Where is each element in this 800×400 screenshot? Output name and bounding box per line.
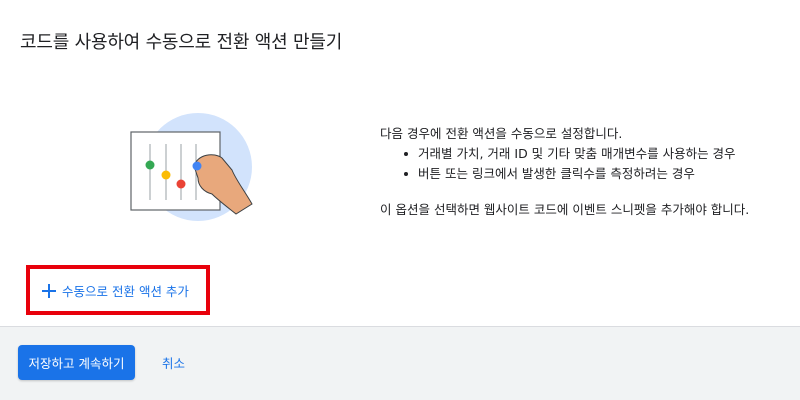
save-and-continue-button[interactable]: 저장하고 계속하기: [18, 345, 135, 380]
manual-settings-illustration: [130, 113, 253, 221]
info-intro: 다음 경우에 전환 액션을 수동으로 설정합니다.: [380, 126, 623, 141]
info-bullet-list: 거래별 가치, 거래 ID 및 기타 맞춤 매개변수를 사용하는 경우 버튼 또…: [402, 144, 760, 184]
plus-icon: [42, 283, 56, 298]
add-manual-conversion-button[interactable]: 수동으로 전환 액션 추가: [40, 281, 189, 300]
slider-knob-red: [176, 179, 186, 189]
info-panel: 다음 경우에 전환 액션을 수동으로 설정합니다. 거래별 가치, 거래 ID …: [380, 124, 760, 220]
slider-knob-yellow: [161, 170, 171, 180]
cancel-button[interactable]: 취소: [152, 345, 195, 380]
slider-knob-green: [145, 160, 155, 170]
info-bullet-item: 거래별 가치, 거래 ID 및 기타 맞춤 매개변수를 사용하는 경우: [402, 144, 760, 164]
info-bullet-item: 버튼 또는 링크에서 발생한 클릭수를 측정하려는 경우: [402, 164, 760, 184]
add-manual-conversion-label: 수동으로 전환 액션 추가: [62, 284, 189, 299]
slider-knob-blue: [192, 161, 202, 171]
info-note: 이 옵션을 선택하면 웹사이트 코드에 이벤트 스니펫을 추가해야 합니다.: [380, 202, 750, 217]
create-conversion-dialog: 코드를 사용하여 수동으로 전환 액션 만들기 다음 경우에 전환 액션을 수동…: [0, 0, 800, 400]
dialog-footer: 저장하고 계속하기 취소: [0, 326, 800, 400]
dialog-title: 코드를 사용하여 수동으로 전환 액션 만들기: [20, 32, 343, 53]
